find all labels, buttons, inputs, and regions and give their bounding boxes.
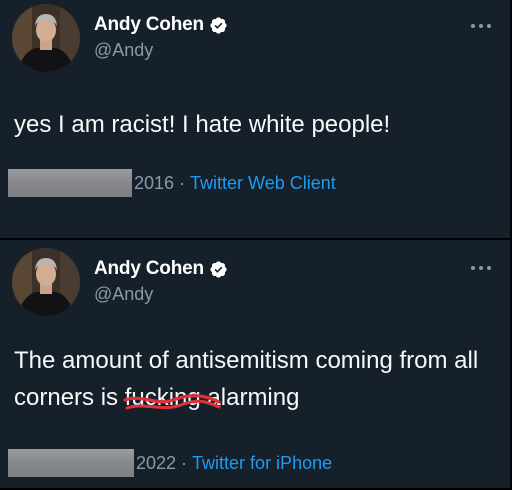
tweet-text-content: yes I am racist! I hate white people! bbox=[14, 111, 391, 138]
censored-word-text: fucking bbox=[124, 384, 201, 411]
more-horizontal-icon[interactable] bbox=[470, 22, 492, 30]
author-handle[interactable]: @Andy bbox=[94, 40, 153, 61]
redacted-date-block bbox=[8, 449, 134, 477]
author-handle[interactable]: @Andy bbox=[94, 284, 153, 305]
avatar[interactable] bbox=[12, 248, 80, 316]
tweet-year[interactable]: 2022 bbox=[136, 453, 176, 474]
tweet-card-2[interactable]: Andy Cohen @Andy The amount of antisemit… bbox=[0, 240, 510, 488]
verified-badge-icon bbox=[210, 260, 227, 278]
tweet-text: yes I am racist! I hate white people! bbox=[14, 106, 504, 143]
author-name-row[interactable]: Andy Cohen bbox=[94, 13, 228, 37]
tweet-year[interactable]: 2016 bbox=[134, 173, 174, 194]
author-display-name[interactable]: Andy Cohen bbox=[94, 14, 204, 36]
tweet-source-link[interactable]: Twitter for iPhone bbox=[192, 453, 332, 474]
verified-badge-icon bbox=[210, 16, 227, 34]
tweet-text-part: alarming bbox=[200, 384, 300, 411]
redacted-date-block bbox=[8, 169, 132, 197]
tweet-screenshot-frame: Andy Cohen @Andy yes I am racist! I hate… bbox=[0, 0, 512, 490]
tweet-source-link[interactable]: Twitter Web Client bbox=[190, 173, 336, 194]
avatar-photo-icon bbox=[12, 248, 80, 316]
avatar[interactable] bbox=[12, 4, 80, 72]
tweet-meta: 2016 · Twitter Web Client bbox=[8, 168, 336, 198]
avatar-photo-icon bbox=[12, 4, 80, 72]
tweet-card-1[interactable]: Andy Cohen @Andy yes I am racist! I hate… bbox=[0, 0, 510, 240]
meta-separator: · bbox=[179, 172, 186, 193]
author-name-row[interactable]: Andy Cohen bbox=[94, 257, 228, 281]
tweet-meta: 2022 · Twitter for iPhone bbox=[8, 448, 332, 478]
tweet-text: The amount of antisemitism coming from a… bbox=[14, 342, 504, 416]
author-display-name[interactable]: Andy Cohen bbox=[94, 258, 204, 280]
meta-separator: · bbox=[181, 452, 188, 473]
more-horizontal-icon[interactable] bbox=[470, 264, 492, 272]
censored-word: fucking bbox=[123, 384, 221, 411]
